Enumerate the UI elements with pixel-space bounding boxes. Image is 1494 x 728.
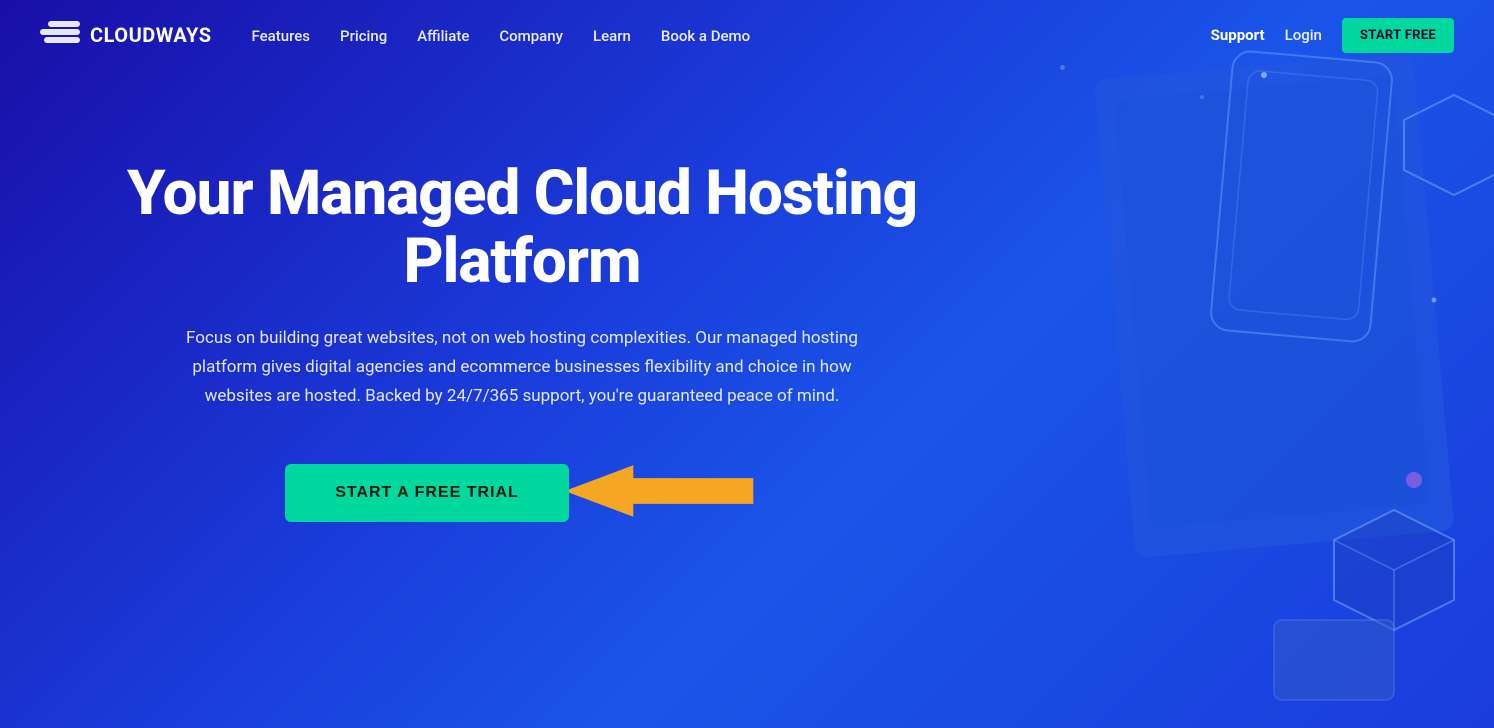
nav-item-pricing[interactable]: Pricing <box>340 26 387 45</box>
logo-text: CLOUDWAYS <box>90 23 212 47</box>
nav-support-link[interactable]: Support <box>1211 26 1265 44</box>
nav-item-affiliate[interactable]: Affiliate <box>417 26 469 45</box>
navbar-left: CLOUDWAYS Features Pricing Affiliate Com… <box>40 19 750 51</box>
nav-item-company[interactable]: Company <box>499 26 563 45</box>
nav-item-features[interactable]: Features <box>252 26 310 45</box>
hero-subtitle: Focus on building great websites, not on… <box>182 324 862 411</box>
logo[interactable]: CLOUDWAYS <box>40 19 212 51</box>
page-wrapper: CLOUDWAYS Features Pricing Affiliate Com… <box>0 0 1494 728</box>
nav-start-free-button[interactable]: START FREE <box>1342 18 1454 53</box>
hero-section: Your Managed Cloud Hosting Platform Focu… <box>0 70 1494 525</box>
nav-links: Features Pricing Affiliate Company Learn… <box>252 26 751 45</box>
cta-arrow <box>559 461 759 521</box>
hero-title: Your Managed Cloud Hosting Platform <box>72 160 972 296</box>
cta-container: START A FREE TRIAL <box>285 461 759 525</box>
nav-item-book-demo[interactable]: Book a Demo <box>661 26 750 45</box>
navbar: CLOUDWAYS Features Pricing Affiliate Com… <box>0 0 1494 70</box>
nav-login-link[interactable]: Login <box>1285 26 1322 44</box>
navbar-right: Support Login START FREE <box>1211 18 1454 53</box>
nav-item-learn[interactable]: Learn <box>593 26 631 45</box>
start-free-trial-button[interactable]: START A FREE TRIAL <box>285 464 569 522</box>
cloudways-logo-icon <box>40 19 80 51</box>
arrow-container <box>559 461 759 525</box>
